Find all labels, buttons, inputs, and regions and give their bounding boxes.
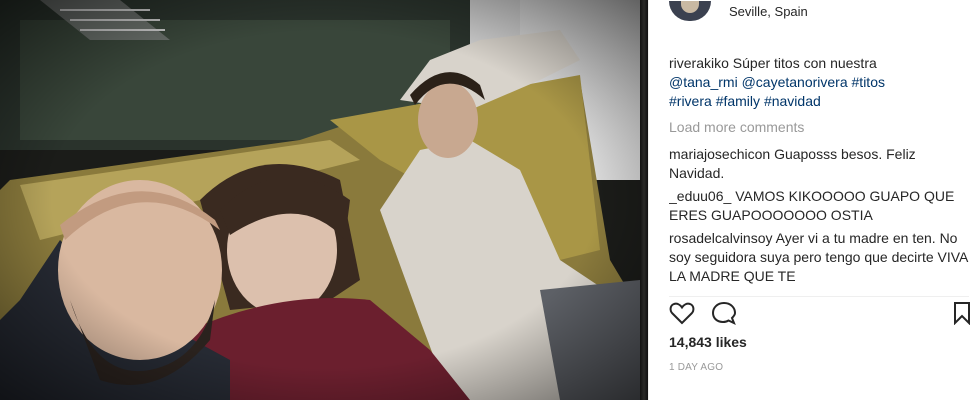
hashtag-link[interactable]: #navidad [764, 93, 821, 109]
list-item: _eduu06_ VAMOS KIKOOOOO GUAPO QUE ERES G… [669, 187, 969, 225]
tag-link[interactable]: @tana_rmi [669, 74, 738, 90]
caption: riverakiko Súper titos con nuestra @tana… [669, 54, 969, 111]
caption-username[interactable]: riverakiko [669, 55, 729, 71]
comment-icon[interactable] [711, 301, 737, 330]
photo-frame-edge [640, 0, 648, 400]
list-item: rosadelcalvinsoy Ayer vi a tu madre en t… [669, 229, 969, 286]
post-sidebar: Seville, Spain riverakiko Súper titos co… [648, 0, 980, 400]
heart-icon[interactable] [669, 301, 695, 330]
photo-illustration [0, 0, 648, 400]
hashtag-link[interactable]: #family [716, 93, 760, 109]
post-photo[interactable] [0, 0, 648, 400]
load-more-comments[interactable]: Load more comments [669, 119, 969, 135]
location-link[interactable]: Seville, Spain [729, 4, 808, 19]
post-header: Seville, Spain [669, 0, 808, 22]
hashtag-link[interactable]: #titos [852, 74, 885, 90]
list-item: mariajosechicon Guaposss besos. Feliz Na… [669, 145, 969, 183]
action-bar [669, 296, 970, 326]
hashtag-link[interactable]: #rivera [669, 93, 712, 109]
bookmark-icon[interactable] [953, 301, 971, 330]
comment-username[interactable]: mariajosechicon [669, 146, 770, 162]
comments-list: riverakiko Súper titos con nuestra @tana… [669, 54, 969, 288]
comment-username[interactable]: rosadelcalvinsoy [669, 230, 773, 246]
comment-username[interactable]: _eduu06_ [669, 188, 731, 204]
post-date[interactable]: 1 DAY AGO [669, 362, 723, 373]
avatar[interactable] [669, 1, 711, 21]
tag-link[interactable]: @cayetanorivera [742, 74, 848, 90]
likes-count[interactable]: 14,843 likes [669, 334, 747, 350]
caption-text: Súper titos con nuestra [732, 55, 877, 71]
